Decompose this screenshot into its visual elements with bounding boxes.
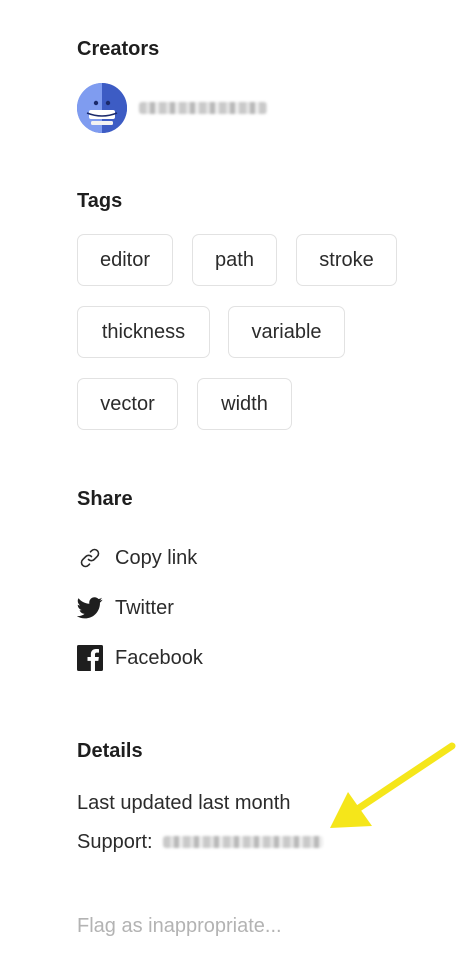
tag-variable[interactable]: variable: [228, 306, 345, 358]
flag-as-inappropriate-link[interactable]: Flag as inappropriate...: [77, 915, 282, 938]
creators-heading: Creators: [77, 38, 160, 60]
finder-face-icon: [77, 83, 127, 133]
tag-path[interactable]: path: [192, 234, 277, 286]
details-heading: Details: [77, 740, 143, 762]
tag-thickness[interactable]: thickness: [77, 306, 210, 358]
annotation-arrow-icon: [330, 742, 456, 828]
support-link-redacted[interactable]: [162, 836, 323, 848]
tag-stroke[interactable]: stroke: [296, 234, 397, 286]
avatar[interactable]: [77, 83, 127, 133]
share-facebook[interactable]: Facebook: [77, 643, 203, 673]
share-facebook-label: Facebook: [115, 646, 203, 669]
share-heading: Share: [77, 488, 133, 510]
creator-name-redacted[interactable]: [139, 102, 267, 114]
twitter-icon: [77, 595, 103, 621]
creator-item[interactable]: [77, 82, 267, 134]
tag-vector[interactable]: vector: [77, 378, 178, 430]
share-twitter[interactable]: Twitter: [77, 593, 174, 623]
facebook-icon: [77, 645, 103, 671]
support-row: Support:: [77, 828, 323, 856]
last-updated-text: Last updated last month: [77, 792, 291, 814]
tag-editor[interactable]: editor: [77, 234, 173, 286]
share-copy-link[interactable]: Copy link: [77, 543, 197, 573]
share-copy-link-label: Copy link: [115, 546, 198, 569]
tag-width[interactable]: width: [197, 378, 292, 430]
tags-heading: Tags: [77, 190, 123, 212]
share-twitter-label: Twitter: [115, 596, 174, 619]
support-label: Support:: [77, 830, 153, 853]
link-icon: [77, 545, 103, 571]
